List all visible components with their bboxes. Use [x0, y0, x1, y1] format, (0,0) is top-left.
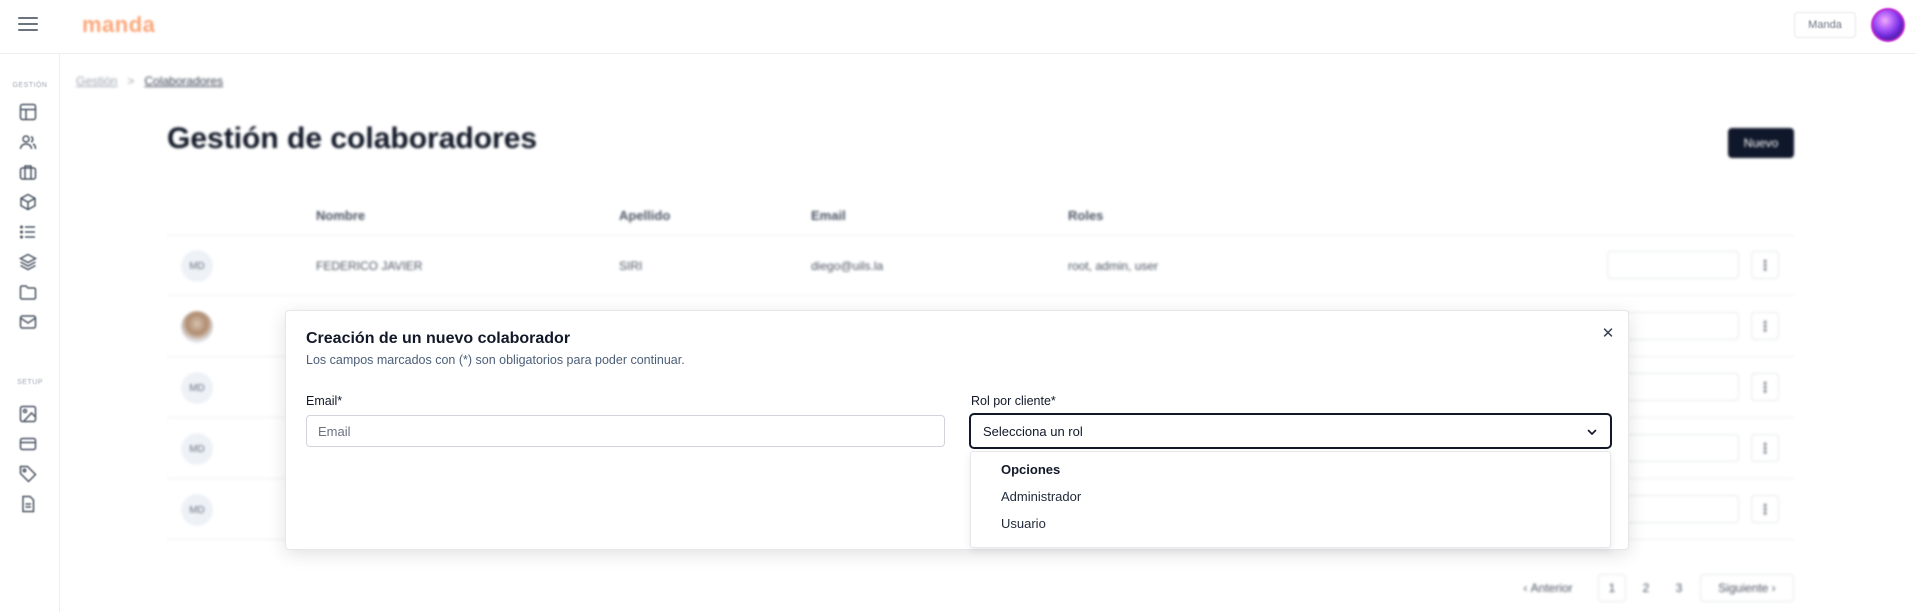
avatar: MD: [181, 494, 213, 526]
row-menu-button[interactable]: ⋮: [1751, 434, 1779, 462]
cell-email: diego@uils.la: [811, 259, 884, 273]
pagination-next-label: Siguiente: [1718, 581, 1769, 595]
role-dropdown-menu: Opciones Administrador Usuario: [970, 451, 1611, 548]
hamburger-menu-icon[interactable]: [18, 15, 38, 33]
pagination-next-button[interactable]: Siguiente ›: [1700, 574, 1794, 602]
table-row[interactable]: MD FEDERICO JAVIER SIRI diego@uils.la ro…: [167, 235, 1794, 296]
image-icon[interactable]: [18, 404, 38, 424]
email-label: Email*: [306, 394, 343, 408]
layout-icon[interactable]: [18, 102, 38, 122]
email-field[interactable]: [306, 415, 945, 447]
column-header-email[interactable]: Email: [811, 208, 846, 223]
role-label: Rol por cliente*: [971, 394, 1056, 408]
topbar: manda Manda: [0, 0, 1916, 54]
breadcrumb-current[interactable]: Colaboradores: [144, 74, 223, 88]
chevron-left-icon: ‹: [1523, 581, 1531, 595]
pagination-page-1[interactable]: 1: [1598, 574, 1626, 602]
pagination-page-3[interactable]: 3: [1665, 574, 1693, 602]
new-button[interactable]: Nuevo: [1728, 128, 1794, 158]
cell-nombre: FEDERICO JAVIER: [316, 259, 423, 273]
table-header: Nombre Apellido Email Roles: [167, 198, 1794, 236]
breadcrumb: Gestión > Colaboradores: [76, 74, 223, 88]
avatar: MD: [181, 250, 213, 282]
tag-icon[interactable]: [18, 464, 38, 484]
close-icon[interactable]: ✕: [1599, 324, 1617, 342]
cube-icon[interactable]: [18, 192, 38, 212]
sidebar: GESTIÓN SETUP: [0, 54, 60, 612]
row-menu-button[interactable]: ⋮: [1751, 251, 1779, 279]
avatar: MD: [181, 372, 213, 404]
modal-title: Creación de un nuevo colaborador: [306, 330, 571, 347]
cell-roles: root, admin, user: [1068, 259, 1159, 273]
users-icon[interactable]: [18, 132, 38, 152]
column-header-apellido[interactable]: Apellido: [619, 208, 670, 223]
layers-icon[interactable]: [18, 252, 38, 272]
pagination-prev-label: Anterior: [1530, 581, 1573, 595]
account-button[interactable]: Manda: [1794, 12, 1856, 38]
card-icon[interactable]: [18, 434, 38, 454]
chevron-down-icon: [1587, 429, 1597, 435]
page-title: Gestión de colaboradores: [167, 122, 538, 155]
list-icon[interactable]: [18, 222, 38, 242]
breadcrumb-parent[interactable]: Gestión: [76, 74, 117, 88]
mail-icon[interactable]: [18, 312, 38, 332]
role-select-value: Selecciona un rol: [983, 423, 1083, 439]
role-select[interactable]: Selecciona un rol: [969, 413, 1612, 449]
avatar-photo: [181, 311, 213, 343]
row-menu-button[interactable]: ⋮: [1751, 373, 1779, 401]
column-header-nombre[interactable]: Nombre: [316, 208, 365, 223]
avatar: MD: [181, 433, 213, 465]
breadcrumb-separator: >: [127, 74, 135, 88]
briefcase-icon[interactable]: [18, 162, 38, 182]
create-collaborator-modal: Creación de un nuevo colaborador Los cam…: [285, 310, 1629, 550]
sidebar-section-gestion: GESTIÓN: [12, 82, 48, 89]
column-header-roles[interactable]: Roles: [1068, 208, 1103, 223]
user-avatar[interactable]: [1871, 8, 1905, 42]
cell-apellido: SIRI: [619, 259, 643, 273]
pagination-prev-button[interactable]: ‹ Anterior: [1510, 574, 1586, 602]
dropdown-option-administrador[interactable]: Administrador: [1001, 489, 1081, 504]
sidebar-section-setup: SETUP: [17, 379, 43, 386]
dropdown-option-usuario[interactable]: Usuario: [1001, 516, 1046, 531]
pagination-page-2[interactable]: 2: [1632, 574, 1660, 602]
app-root: Gestión > Colaboradores Gestión de colab…: [0, 0, 1916, 612]
document-icon[interactable]: [18, 494, 38, 514]
row-menu-button[interactable]: ⋮: [1751, 312, 1779, 340]
chevron-right-icon: ›: [1768, 581, 1776, 595]
folder-icon[interactable]: [18, 282, 38, 302]
modal-subtitle: Los campos marcados con (*) son obligato…: [306, 353, 685, 367]
logo[interactable]: manda: [82, 12, 155, 38]
row-field[interactable]: [1607, 251, 1739, 279]
row-menu-button[interactable]: ⋮: [1751, 495, 1779, 523]
dropdown-group-label: Opciones: [1001, 462, 1061, 477]
